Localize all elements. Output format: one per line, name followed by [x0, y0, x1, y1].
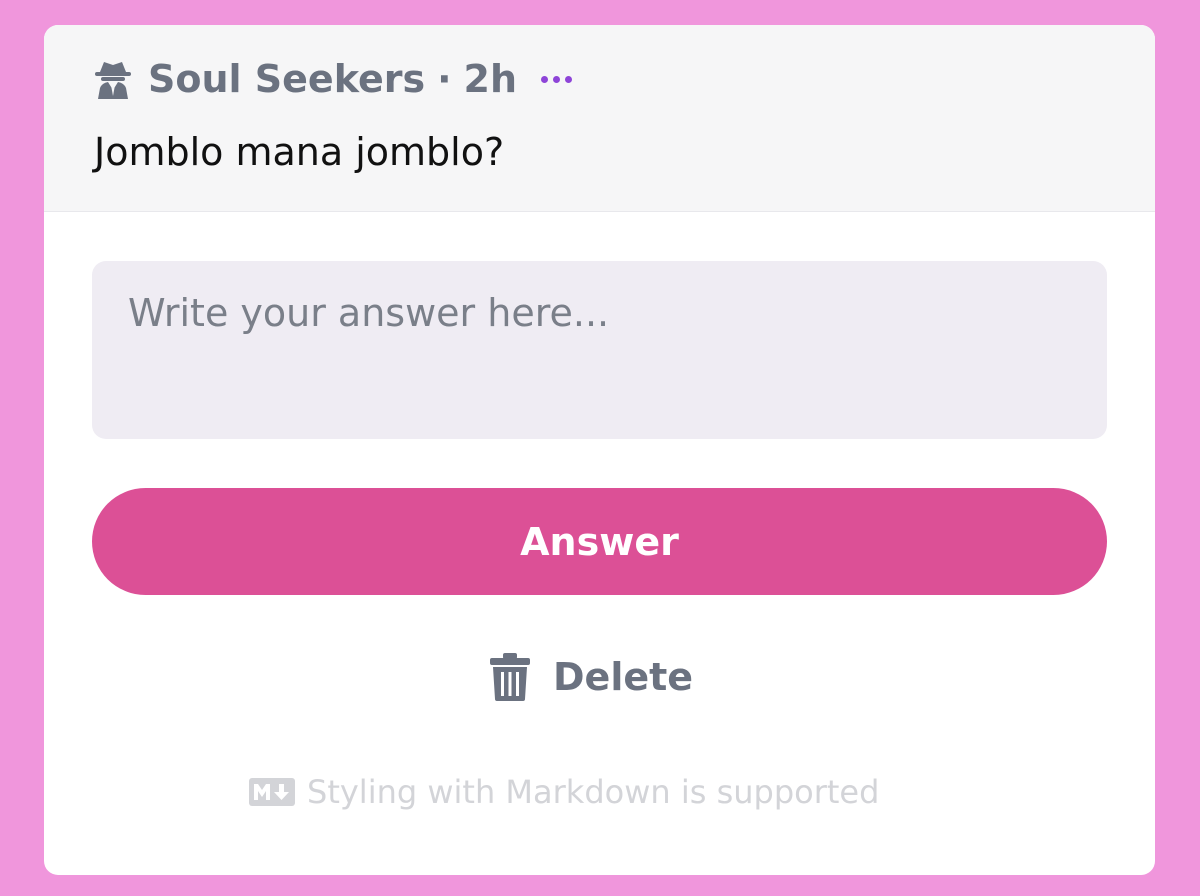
- post-meta: Soul Seekers · 2h: [92, 55, 573, 103]
- delete-button[interactable]: Delete: [489, 645, 693, 709]
- delete-label: Delete: [553, 655, 694, 699]
- question-header: Soul Seekers · 2h Jomblo mana jomblo?: [44, 25, 1155, 212]
- question-card: Soul Seekers · 2h Jomblo mana jomblo? An…: [44, 25, 1155, 875]
- markdown-icon: [249, 778, 295, 806]
- answer-button[interactable]: Answer: [92, 488, 1107, 595]
- spy-icon: [95, 62, 131, 99]
- answer-input[interactable]: [92, 261, 1107, 439]
- markdown-note-text: Styling with Markdown is supported: [307, 773, 880, 811]
- more-options-icon[interactable]: [541, 69, 573, 89]
- author-name[interactable]: Soul Seekers: [148, 57, 425, 101]
- trash-icon: [490, 653, 530, 701]
- question-text: Jomblo mana jomblo?: [94, 130, 505, 174]
- post-time: 2h: [463, 57, 518, 101]
- markdown-note: Styling with Markdown is supported: [249, 773, 879, 811]
- meta-separator: ·: [437, 57, 452, 101]
